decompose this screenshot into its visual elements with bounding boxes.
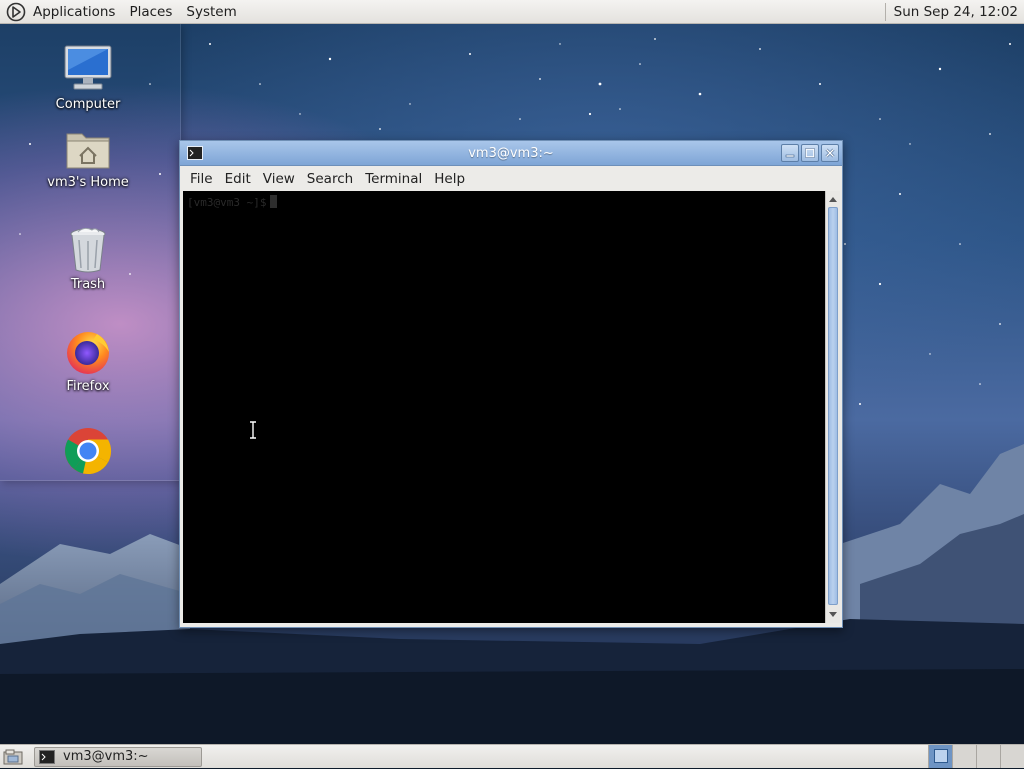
desktop-icon-chrome[interactable] (38, 426, 138, 479)
panel-separator (884, 2, 886, 21)
workspace-1[interactable] (928, 744, 952, 768)
desktop-icon-firefox[interactable]: Firefox (38, 326, 138, 394)
scroll-thumb[interactable] (828, 207, 838, 605)
scroll-up-arrow[interactable] (826, 192, 840, 206)
menu-search[interactable]: Search (301, 171, 359, 187)
top-panel: Applications Places System Sun Sep 24, 1… (0, 0, 1024, 24)
menu-system[interactable]: System (179, 4, 243, 20)
menu-places[interactable]: Places (122, 4, 179, 20)
desktop-icon-computer[interactable]: Computer (38, 44, 138, 112)
workspace-4[interactable] (1000, 744, 1024, 768)
firefox-icon (67, 332, 109, 374)
minimize-button[interactable] (781, 144, 799, 162)
menu-terminal[interactable]: Terminal (359, 171, 428, 187)
desktop-icon-trash[interactable]: Trash (38, 226, 138, 292)
show-desktop-button[interactable] (2, 748, 24, 766)
workspace-window-thumb (933, 749, 948, 763)
clock[interactable]: Sun Sep 24, 12:02 (894, 4, 1018, 20)
window-title: vm3@vm3:~ (468, 145, 554, 161)
taskbar-button-terminal[interactable]: vm3@vm3:~ (34, 746, 202, 767)
window-controls (781, 144, 839, 162)
maximize-icon (805, 148, 815, 158)
terminal-window[interactable]: vm3@vm3:~ File Edit View Search Terminal… (179, 140, 843, 628)
trash-icon (70, 227, 106, 273)
bottom-panel: vm3@vm3:~ (0, 744, 1024, 768)
desktop-icon-label: vm3's Home (47, 175, 129, 190)
desktop-icon-home[interactable]: vm3's Home (38, 126, 138, 190)
shell-prompt: [vm3@vm3 ~]$ (187, 196, 267, 209)
vertical-scrollbar[interactable] (825, 191, 840, 623)
menu-help[interactable]: Help (428, 171, 471, 187)
menu-view[interactable]: View (257, 171, 301, 187)
close-button[interactable] (821, 144, 839, 162)
menu-applications[interactable]: Applications (26, 4, 122, 20)
menu-file[interactable]: File (184, 171, 219, 187)
minimize-icon (785, 154, 795, 158)
arrow-down-icon (829, 612, 837, 617)
close-icon (825, 148, 835, 158)
distro-logo-icon[interactable] (6, 2, 26, 22)
terminal-icon (187, 146, 203, 160)
text-cursor (270, 195, 278, 208)
taskbar-button-label: vm3@vm3:~ (63, 749, 149, 764)
desktop-icon-label: Firefox (66, 379, 110, 394)
workspace-switcher (928, 744, 1024, 769)
desktop-icon-label: Computer (55, 97, 121, 112)
ibeam-cursor-icon (250, 421, 256, 439)
chrome-icon (65, 428, 112, 475)
terminal-output[interactable]: [vm3@vm3 ~]$ (183, 191, 825, 623)
computer-icon (64, 45, 112, 90)
show-desktop-icon (3, 749, 23, 764)
desktop-icon-label: Trash (70, 277, 106, 292)
workspace-2[interactable] (952, 744, 976, 768)
menu-edit[interactable]: Edit (219, 171, 257, 187)
terminal-icon (39, 749, 55, 764)
maximize-button[interactable] (801, 144, 819, 162)
window-titlebar[interactable]: vm3@vm3:~ (180, 141, 842, 166)
terminal-menubar: File Edit View Search Terminal Help (180, 166, 842, 191)
scroll-down-arrow[interactable] (826, 608, 840, 622)
terminal-prompt-line: [vm3@vm3 ~]$ (187, 195, 278, 209)
workspace-3[interactable] (976, 744, 1000, 768)
arrow-up-icon (829, 197, 837, 202)
home-folder-icon (66, 133, 110, 169)
